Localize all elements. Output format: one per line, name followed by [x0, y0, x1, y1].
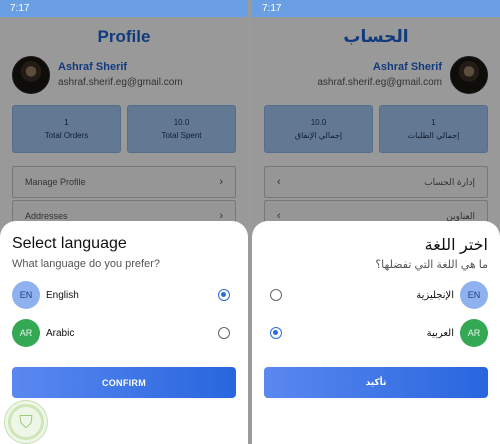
language-label: Arabic — [46, 327, 75, 339]
status-bar: 7:17 — [252, 0, 500, 17]
left-screen: 7:17 Profile Ashraf Sherif ashraf.sherif… — [0, 0, 248, 444]
radio-button-selected[interactable] — [218, 289, 230, 301]
sheet-title: Select language — [12, 235, 127, 252]
language-label: English — [46, 289, 79, 301]
shield-watermark-icon: ⛉ — [4, 400, 48, 444]
confirm-button[interactable]: CONFIRM — [12, 367, 236, 398]
language-badge: AR — [460, 319, 488, 347]
right-screen: 7:17 الحساب Ashraf Sherif ashraf.sherif.… — [252, 0, 500, 444]
status-time: 7:17 — [10, 3, 30, 14]
sheet-title: اختر اللغة — [424, 237, 488, 254]
sheet-subtitle: What language do you prefer? — [12, 258, 160, 270]
confirm-button[interactable]: تأكيد — [264, 367, 488, 398]
language-label: الإنجليزية — [416, 289, 454, 301]
radio-button[interactable] — [218, 327, 230, 339]
language-badge: AR — [12, 319, 40, 347]
radio-button-selected[interactable] — [270, 327, 282, 339]
language-option-english[interactable]: EN الإنجليزية — [264, 280, 488, 310]
language-label: العربية — [426, 327, 454, 339]
language-option-arabic[interactable]: AR Arabic — [12, 318, 236, 348]
language-badge: EN — [12, 281, 40, 309]
status-bar: 7:17 — [0, 0, 248, 17]
language-badge: EN — [460, 281, 488, 309]
language-option-arabic[interactable]: AR العربية — [264, 318, 488, 348]
status-time: 7:17 — [262, 3, 282, 14]
language-sheet: اختر اللغة ما هي اللغة التي تفضلها؟ EN ا… — [252, 221, 500, 444]
sheet-subtitle: ما هي اللغة التي تفضلها؟ — [375, 259, 488, 271]
radio-button[interactable] — [270, 289, 282, 301]
language-option-english[interactable]: EN English — [12, 280, 236, 310]
